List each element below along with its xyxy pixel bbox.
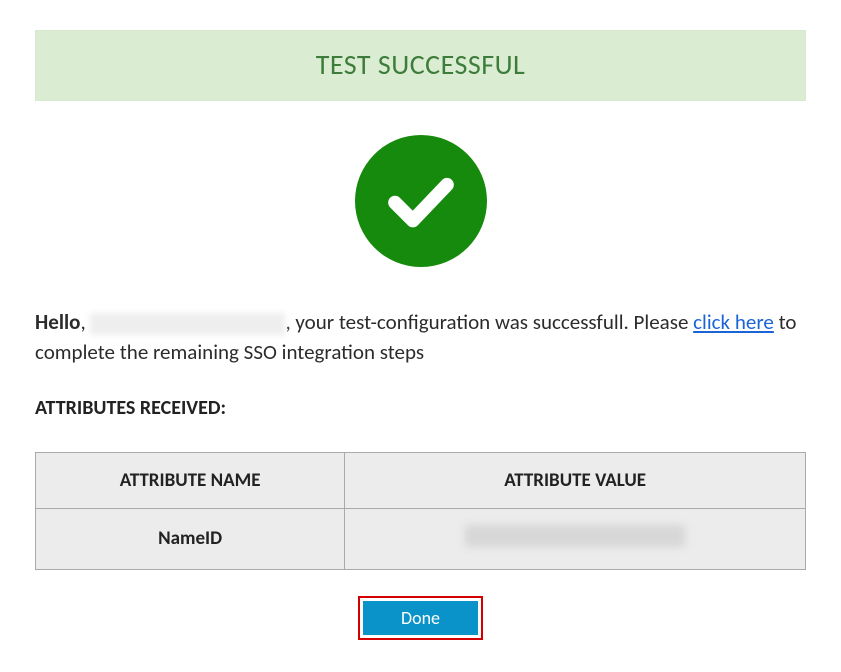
cell-attribute-value	[345, 508, 806, 569]
user-name-redacted	[90, 313, 285, 335]
banner-title: TEST SUCCESSFUL	[36, 47, 805, 82]
success-message: Hello, , your test-configuration was suc…	[35, 307, 806, 368]
click-here-link[interactable]: click here	[693, 309, 774, 335]
done-button-wrap: Done	[35, 596, 806, 640]
hello-label: Hello	[35, 309, 80, 335]
success-icon-wrap	[35, 135, 806, 267]
attribute-value-redacted	[465, 525, 685, 547]
table-row: NameID	[36, 508, 806, 569]
table-header-row: ATTRIBUTE NAME ATTRIBUTE VALUE	[36, 452, 806, 508]
checkmark-icon	[355, 135, 487, 267]
success-banner: TEST SUCCESSFUL	[35, 30, 806, 101]
col-attribute-name: ATTRIBUTE NAME	[36, 452, 345, 508]
attributes-heading: ATTRIBUTES RECEIVED:	[35, 396, 806, 420]
done-button[interactable]: Done	[363, 601, 478, 635]
cell-attribute-name: NameID	[36, 508, 345, 569]
message-after-name: , your test-configuration was successful…	[285, 309, 693, 335]
col-attribute-value: ATTRIBUTE VALUE	[345, 452, 806, 508]
done-button-highlight: Done	[358, 596, 483, 640]
attributes-table: ATTRIBUTE NAME ATTRIBUTE VALUE NameID	[35, 452, 806, 570]
